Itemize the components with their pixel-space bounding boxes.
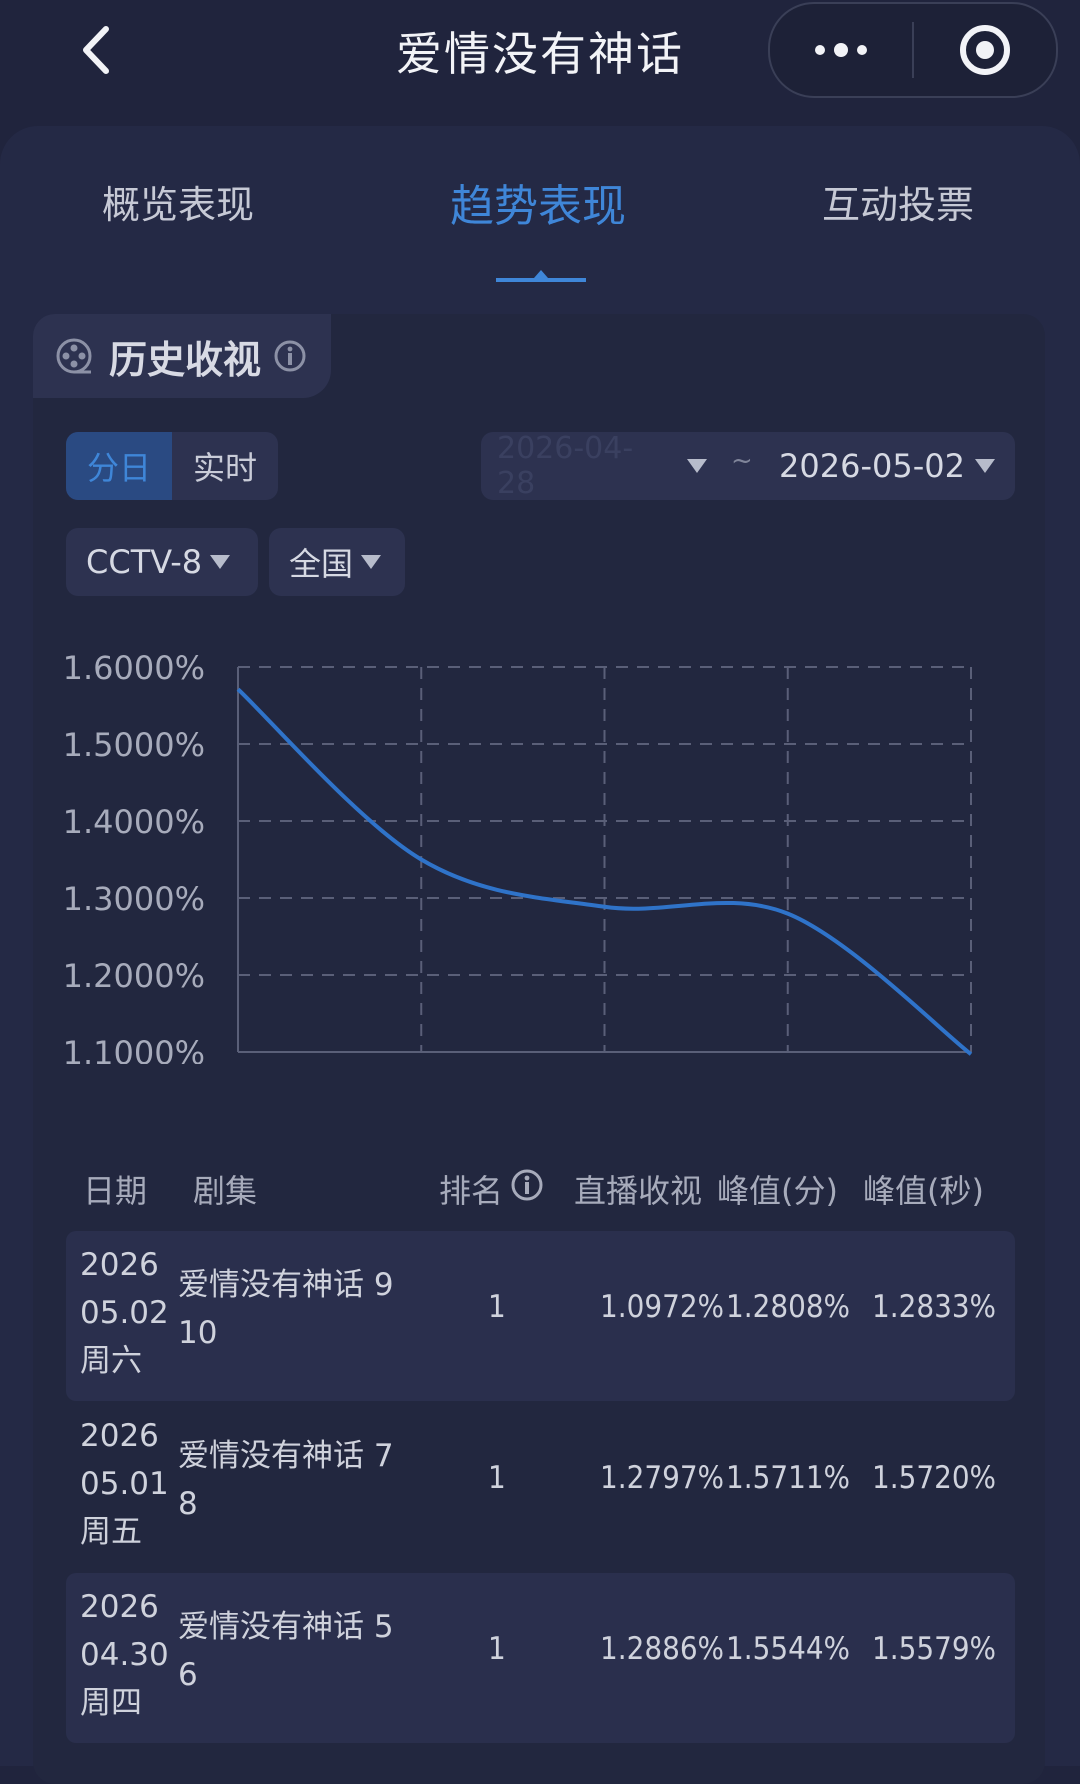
tab-trend[interactable]: 趋势表现: [450, 170, 626, 234]
caret-down-icon: [210, 555, 231, 569]
y-tick-label: 1.4000%: [63, 803, 205, 841]
row-live: 1.0972%: [600, 1289, 725, 1325]
channel-value: CCTV-8: [86, 543, 203, 581]
segment-realtime[interactable]: 实时: [172, 432, 278, 500]
history-ratings-section: 历史收视 分日 实时 2026-04-28 ~ 2026-05-02 CCTV-…: [33, 314, 1045, 1784]
header-peak-sec: 峰值(秒): [863, 1172, 984, 1210]
table-row[interactable]: 2026 05.02 周六 爱情没有神话 9 10 1 1.0972% 1.28…: [66, 1231, 1015, 1401]
row-rank: 1: [488, 1460, 506, 1496]
date-separator: ~: [731, 446, 753, 476]
main-card: 概览表现 趋势表现 互动投票 历史收视 分日 实时 2026-04-28 ~ 2…: [0, 126, 1080, 1784]
header-live: 直播收视: [574, 1172, 703, 1210]
header-date: 日期: [83, 1172, 148, 1210]
y-tick-label: 1.3000%: [63, 880, 205, 918]
row-episode: 爱情没有神话 9 10: [178, 1267, 394, 1351]
y-tick-label: 1.1000%: [63, 1034, 205, 1064]
header-episode: 剧集: [193, 1172, 258, 1210]
tab-indicator: [496, 270, 586, 282]
row-date: 2026 04.30 周四: [80, 1589, 169, 1721]
row-episode: 爱情没有神话 5 6: [178, 1609, 394, 1693]
ratings-chart: 1.6000% 1.5000% 1.4000% 1.3000% 1.2000% 1.100…: [33, 614, 1045, 1118]
section-header: 历史收视: [33, 314, 331, 398]
end-date-select[interactable]: 2026-05-02: [779, 432, 965, 500]
y-tick-label: 1.5000%: [63, 726, 205, 764]
tab-bar: 概览表现 趋势表现 互动投票: [0, 126, 1080, 296]
region-value: 全国: [289, 545, 354, 583]
tab-overview[interactable]: 概览表现: [102, 174, 254, 229]
more-button[interactable]: [770, 4, 912, 96]
header: 爱情没有神话: [0, 0, 1080, 110]
caret-down-icon: [975, 459, 995, 473]
tab-vote[interactable]: 互动投票: [822, 174, 974, 229]
region-select[interactable]: 全国: [269, 528, 405, 596]
row-rank: 1: [488, 1289, 506, 1325]
row-peak-sec: 1.5720%: [872, 1460, 997, 1496]
mini-program-capsule: [768, 2, 1058, 98]
caret-down-icon: [361, 555, 382, 569]
row-rank: 1: [488, 1631, 506, 1667]
row-episode: 爱情没有神话 7 8: [178, 1438, 394, 1522]
section-title: 历史收视: [109, 337, 262, 382]
ratings-line-chart: 1.6000% 1.5000% 1.4000% 1.3000% 1.2000% 1.100…: [63, 649, 1017, 1118]
header-peak-min: 峰值(分): [717, 1172, 838, 1210]
y-tick-label: 1.2000%: [63, 957, 205, 995]
caret-down-icon: [687, 459, 707, 473]
table-row[interactable]: 2026 05.01 周五 爱情没有神话 7 8 1 1.2797% 1.571…: [66, 1402, 1015, 1572]
date-range-picker: 2026-04-28 ~ 2026-05-02: [481, 431, 1015, 501]
table-header: 日期 剧集 排名 直播收视 峰值(分) 峰值(秒): [33, 1156, 1045, 1216]
header-rank: 排名: [439, 1172, 504, 1210]
segment-daily[interactable]: 分日: [66, 432, 172, 500]
granularity-toggle: 分日 实时: [66, 432, 278, 500]
row-peak-sec: 1.2833%: [872, 1289, 997, 1325]
row-peak-sec: 1.5579%: [872, 1631, 997, 1667]
row-peak-min: 1.2808%: [726, 1289, 851, 1325]
info-icon[interactable]: [273, 339, 307, 373]
y-tick-label: 1.6000%: [63, 649, 205, 687]
row-peak-min: 1.5544%: [726, 1631, 851, 1667]
row-peak-min: 1.5711%: [726, 1460, 851, 1496]
row-live: 1.2797%: [600, 1460, 725, 1496]
start-date-select[interactable]: 2026-04-28: [497, 431, 657, 501]
more-dots-icon: [815, 43, 867, 57]
target-icon: [960, 25, 1010, 75]
channel-select[interactable]: CCTV-8: [66, 528, 258, 596]
film-reel-icon: [56, 338, 92, 374]
table-row[interactable]: 2026 04.30 周四 爱情没有神话 5 6 1 1.2886% 1.554…: [66, 1573, 1015, 1743]
row-date: 2026 05.01 周五: [80, 1418, 169, 1550]
close-miniprogram-button[interactable]: [914, 4, 1056, 96]
rank-info-icon[interactable]: [510, 1168, 544, 1202]
row-date: 2026 05.02 周六: [80, 1247, 169, 1379]
row-live: 1.2886%: [600, 1631, 725, 1667]
